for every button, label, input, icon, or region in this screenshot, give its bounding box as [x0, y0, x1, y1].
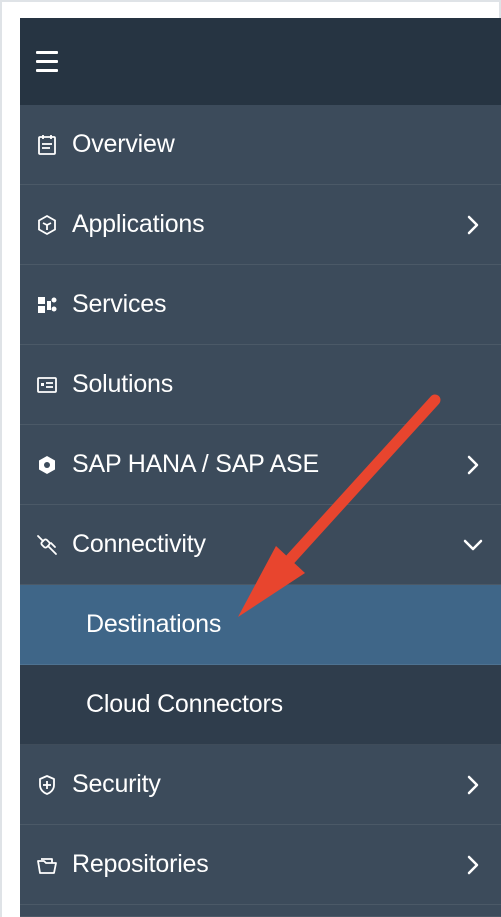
nav-item-overview[interactable]: Overview	[20, 105, 501, 185]
nav-item-connectivity[interactable]: Connectivity	[20, 505, 501, 585]
repositories-icon	[36, 854, 58, 876]
chevron-right-icon[interactable]	[461, 453, 485, 477]
side-navigation: Overview Applications Services Solutions…	[20, 18, 501, 917]
nav-subitem-label: Destinations	[86, 610, 222, 638]
nav-item-label: SAP HANA / SAP ASE	[72, 450, 319, 478]
nav-item-sap-hana[interactable]: SAP HANA / SAP ASE	[20, 425, 501, 505]
nav-subitem-cloud-connectors[interactable]: Cloud Connectors	[20, 665, 501, 745]
nav-item-label: Security	[72, 770, 161, 798]
nav-item-label: Services	[72, 290, 167, 318]
nav-item-label: Solutions	[72, 370, 174, 398]
nav-item-applications[interactable]: Applications	[20, 185, 501, 265]
nav-item-services[interactable]: Services	[20, 265, 501, 345]
connectivity-icon	[36, 534, 58, 556]
applications-icon	[36, 214, 58, 236]
nav-item-label: Connectivity	[72, 530, 206, 558]
nav-item-label: Repositories	[72, 850, 209, 878]
database-icon	[36, 454, 58, 476]
nav-subitem-destinations[interactable]: Destinations	[20, 585, 501, 665]
chevron-right-icon[interactable]	[461, 213, 485, 237]
chevron-right-icon[interactable]	[461, 773, 485, 797]
hamburger-icon	[36, 60, 58, 63]
nav-item-label: Overview	[72, 130, 175, 158]
nav-item-solutions[interactable]: Solutions	[20, 345, 501, 425]
security-icon	[36, 774, 58, 796]
nav-item-security[interactable]: Security	[20, 745, 501, 825]
hamburger-icon	[36, 69, 58, 72]
hamburger-icon	[36, 51, 58, 54]
navigation-header	[20, 18, 501, 105]
menu-toggle-button[interactable]	[36, 38, 84, 86]
chevron-right-icon[interactable]	[461, 853, 485, 877]
chevron-down-icon[interactable]	[461, 533, 485, 557]
nav-subitem-label: Cloud Connectors	[86, 690, 283, 718]
solutions-icon	[36, 374, 58, 396]
overview-icon	[36, 134, 58, 156]
nav-item-label: Applications	[72, 210, 205, 238]
nav-item-repositories[interactable]: Repositories	[20, 825, 501, 905]
services-icon	[36, 294, 58, 316]
